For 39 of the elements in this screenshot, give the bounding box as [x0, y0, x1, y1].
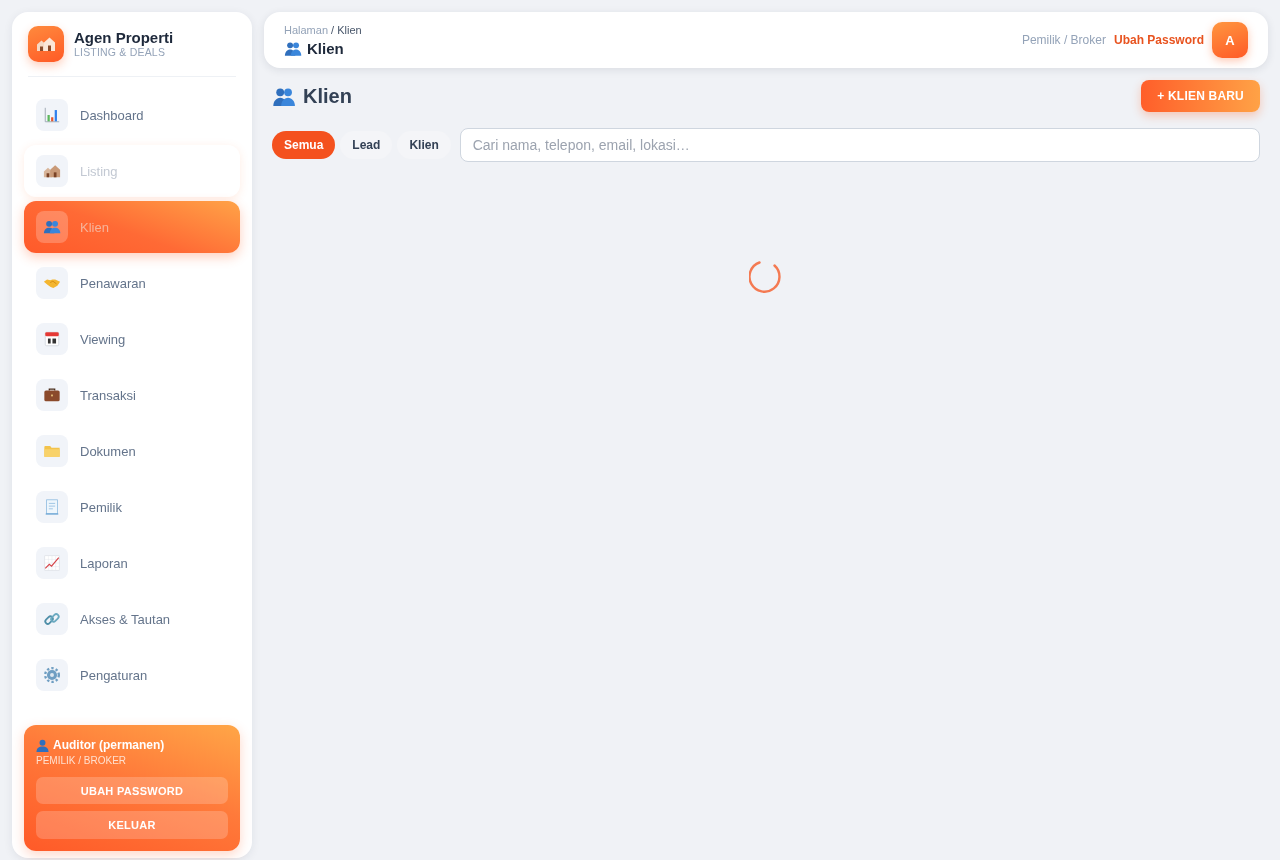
page-title: Klien	[303, 84, 352, 108]
sidebar-item[interactable]: Pemilik	[24, 481, 240, 533]
sidebar-item[interactable]: Dashboard	[24, 89, 240, 141]
avatar[interactable]: A	[1212, 22, 1248, 58]
filter-tab[interactable]: Klien	[397, 131, 451, 159]
line-chart-icon	[36, 547, 68, 579]
gear-icon	[36, 659, 68, 691]
handshake-icon	[36, 267, 68, 299]
sidebar-item[interactable]: Laporan	[24, 537, 240, 589]
link-icon	[36, 603, 68, 635]
briefcase-icon	[36, 379, 68, 411]
houses-icon	[36, 155, 68, 187]
bar-chart-icon	[36, 99, 68, 131]
user-name: Auditor (permanen)	[53, 738, 165, 752]
logo-icon	[28, 26, 64, 62]
page-heading: Klien	[307, 39, 344, 58]
sidebar-item[interactable]: Viewing	[24, 313, 240, 365]
breadcrumb: Halaman / Klien	[284, 22, 362, 37]
sidebar-item[interactable]: Pengaturan	[24, 649, 240, 701]
sidebar-item[interactable]: Dokumen	[24, 425, 240, 477]
calendar-icon	[36, 323, 68, 355]
new-client-button[interactable]: + KLIEN BARU	[1141, 80, 1260, 112]
folder-icon	[36, 435, 68, 467]
sidebar-item[interactable]: Transaksi	[24, 369, 240, 421]
filter-tab[interactable]: Lead	[340, 131, 393, 159]
sidebar-item[interactable]: Akses & Tautan	[24, 593, 240, 645]
brand-title: Agen Properti	[74, 29, 174, 46]
people-icon	[36, 211, 68, 243]
user-role: Pemilik / Broker	[1021, 33, 1106, 47]
people-icon	[284, 41, 302, 56]
person-icon	[36, 738, 49, 752]
receipt-icon	[36, 491, 68, 523]
sidebar-item[interactable]: Penawaran	[24, 257, 240, 309]
search-field[interactable]: Cari nama, telepon, email, lokasi…	[459, 128, 1260, 162]
filter-tab[interactable]: Semua	[272, 131, 336, 159]
change-password-link[interactable]: Ubah Password	[1113, 33, 1204, 47]
user-role: PEMILIK / BROKER	[36, 754, 128, 768]
brand-subtitle: LISTING & DEALS	[74, 46, 167, 59]
people-icon	[272, 86, 296, 106]
